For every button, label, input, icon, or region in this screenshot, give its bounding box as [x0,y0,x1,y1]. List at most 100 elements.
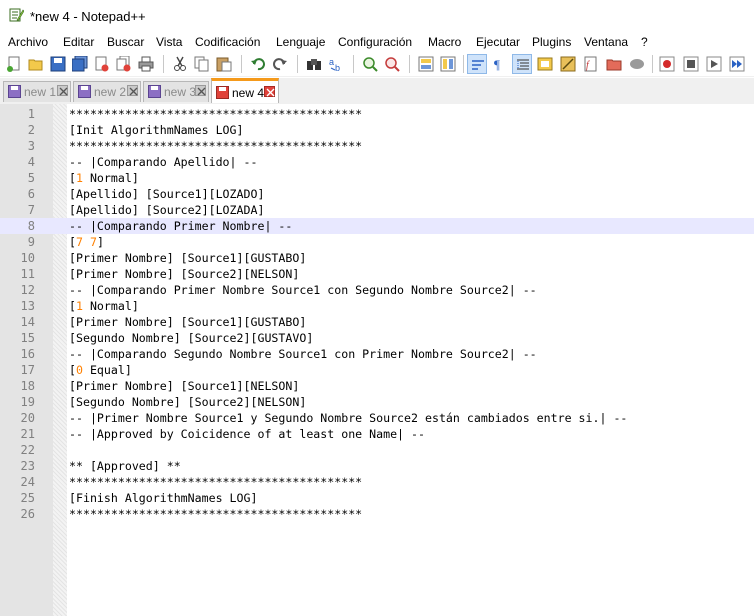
show-all-chars-icon[interactable]: ¶ [489,54,509,74]
run-macro-multiple-icon[interactable] [727,54,747,74]
cut-icon[interactable] [170,54,190,74]
editor-line[interactable]: 9 [7 7] [0,234,754,250]
tab-new-4[interactable]: new 4 [211,78,279,103]
line-text[interactable]: [Primer Nombre] [Source2][NELSON] [69,267,299,281]
sync-horizontal-icon[interactable] [438,54,458,74]
editor-line[interactable]: 14 [Primer Nombre] [Source1][GUSTABO] [0,314,754,330]
folder-workspace-icon[interactable]: f [581,54,601,74]
new-file-icon[interactable] [4,54,24,74]
editor-line[interactable]: 16 -- |Comparando Segundo Nombre Source1 … [0,346,754,362]
tab-close-icon[interactable] [57,85,68,96]
menu-macro[interactable]: Macro [427,34,462,50]
menu-plugins[interactable]: Plugins [531,34,572,50]
monitoring-icon[interactable] [604,54,624,74]
line-text[interactable]: ****************************************… [69,475,362,489]
editor-line[interactable]: 15 [Segundo Nombre] [Source2][GUSTAVO] [0,330,754,346]
replace-icon[interactable]: ab [326,54,346,74]
save-all-icon[interactable] [70,54,90,74]
line-text[interactable]: [Primer Nombre] [Source1][GUSTABO] [69,315,306,329]
spell-icon[interactable] [627,54,647,74]
tab-close-icon[interactable] [127,85,138,96]
editor-line[interactable]: 1 ***************************************… [0,106,754,122]
editor-line[interactable]: 13 [1 Normal] [0,298,754,314]
editor-line[interactable]: 3 ***************************************… [0,138,754,154]
menu-lenguaje[interactable]: Lenguaje [275,34,326,50]
line-text[interactable]: -- |Primer Nombre Source1 y Segundo Nomb… [69,411,627,425]
editor[interactable]: 1 ***************************************… [0,104,754,616]
line-text[interactable]: [Segundo Nombre] [Source2][NELSON] [69,395,306,409]
copy-icon[interactable] [192,54,212,74]
editor-line[interactable]: 6 [Apellido] [Source1][LOZADO] [0,186,754,202]
indent-guide-icon[interactable] [512,54,532,74]
editor-line[interactable]: 4 -- |Comparando Apellido| -- [0,154,754,170]
line-text[interactable]: [Primer Nombre] [Source1][GUSTABO] [69,251,306,265]
tab-new-1[interactable]: new 1 [3,81,71,102]
redo-icon[interactable] [270,54,290,74]
line-text[interactable]: -- |Comparando Segundo Nombre Source1 co… [69,347,537,361]
line-text[interactable]: -- |Comparando Primer Nombre| -- [69,219,292,233]
line-text[interactable]: ****************************************… [69,507,362,521]
line-text[interactable]: ** [Approved] ** [69,459,181,473]
play-macro-icon[interactable] [704,54,724,74]
open-file-icon[interactable] [26,54,46,74]
line-text[interactable]: ****************************************… [69,107,362,121]
editor-line[interactable]: 23 ** [Approved] ** [0,458,754,474]
line-text[interactable]: [Apellido] [Source2][LOZADA] [69,203,264,217]
editor-line[interactable]: 25 [Finish AlgorithmNames LOG] [0,490,754,506]
line-text[interactable]: [Init AlgorithmNames LOG] [69,123,244,137]
line-text[interactable]: [0 Equal] [69,363,132,377]
line-text[interactable]: ****************************************… [69,139,362,153]
zoom-in-icon[interactable] [360,54,380,74]
editor-line[interactable]: 21 -- |Approved by Coicidence of at least… [0,426,754,442]
line-text[interactable]: [Apellido] [Source1][LOZADO] [69,187,264,201]
paste-icon[interactable] [214,54,234,74]
menu-ventana[interactable]: Ventana [583,34,629,50]
sync-vertical-icon[interactable] [416,54,436,74]
close-icon[interactable] [92,54,112,74]
editor-line[interactable]: 18 [Primer Nombre] [Source1][NELSON] [0,378,754,394]
find-icon[interactable] [304,54,324,74]
line-text[interactable]: -- |Comparando Primer Nombre Source1 con… [69,283,537,297]
function-list-icon[interactable] [558,54,578,74]
menu-codificacion[interactable]: Codificación [194,34,261,50]
editor-line[interactable]: 8 -- |Comparando Primer Nombre| -- [0,218,754,234]
tab-close-icon[interactable] [195,85,206,96]
menu-archivo[interactable]: Archivo [7,34,49,50]
line-text[interactable]: -- |Approved by Coicidence of at least o… [69,427,425,441]
line-text[interactable]: [Finish AlgorithmNames LOG] [69,491,257,505]
menu-ejecutar[interactable]: Ejecutar [475,34,521,50]
line-text[interactable]: [1 Normal] [69,299,139,313]
editor-line[interactable]: 12 -- |Comparando Primer Nombre Source1 c… [0,282,754,298]
editor-line[interactable]: 22 [0,442,754,458]
menu-vista[interactable]: Vista [155,34,183,50]
line-text[interactable]: [Segundo Nombre] [Source2][GUSTAVO] [69,331,313,345]
editor-line[interactable]: 17 [0 Equal] [0,362,754,378]
print-icon[interactable] [136,54,156,74]
editor-line[interactable]: 10 [Primer Nombre] [Source1][GUSTABO] [0,250,754,266]
stop-record-icon[interactable] [681,54,701,74]
line-text[interactable]: [Primer Nombre] [Source1][NELSON] [69,379,299,393]
editor-line[interactable]: 7 [Apellido] [Source2][LOZADA] [0,202,754,218]
close-all-icon[interactable] [114,54,134,74]
tab-new-3[interactable]: new 3 [143,81,209,102]
undo-icon[interactable] [248,54,268,74]
line-text[interactable]: -- |Comparando Apellido| -- [69,155,257,169]
word-wrap-icon[interactable] [467,54,487,74]
editor-line[interactable]: 24 **************************************… [0,474,754,490]
save-icon[interactable] [48,54,68,74]
menu-buscar[interactable]: Buscar [106,34,145,50]
menu-configuracion[interactable]: Configuración [337,34,413,50]
editor-line[interactable]: 2 [Init AlgorithmNames LOG] [0,122,754,138]
line-text[interactable]: [7 7] [69,235,104,249]
doc-map-icon[interactable] [535,54,555,74]
record-macro-icon[interactable] [657,54,677,74]
line-text[interactable]: [1 Normal] [69,171,139,185]
editor-line[interactable]: 20 -- |Primer Nombre Source1 y Segundo No… [0,410,754,426]
editor-line[interactable]: 19 [Segundo Nombre] [Source2][NELSON] [0,394,754,410]
editor-line[interactable]: 5 [1 Normal] [0,170,754,186]
editor-line[interactable]: 11 [Primer Nombre] [Source2][NELSON] [0,266,754,282]
tab-close-icon[interactable] [264,86,275,97]
zoom-out-icon[interactable] [382,54,402,74]
editor-line[interactable]: 26 **************************************… [0,506,754,522]
menu-help[interactable]: ? [640,34,649,50]
